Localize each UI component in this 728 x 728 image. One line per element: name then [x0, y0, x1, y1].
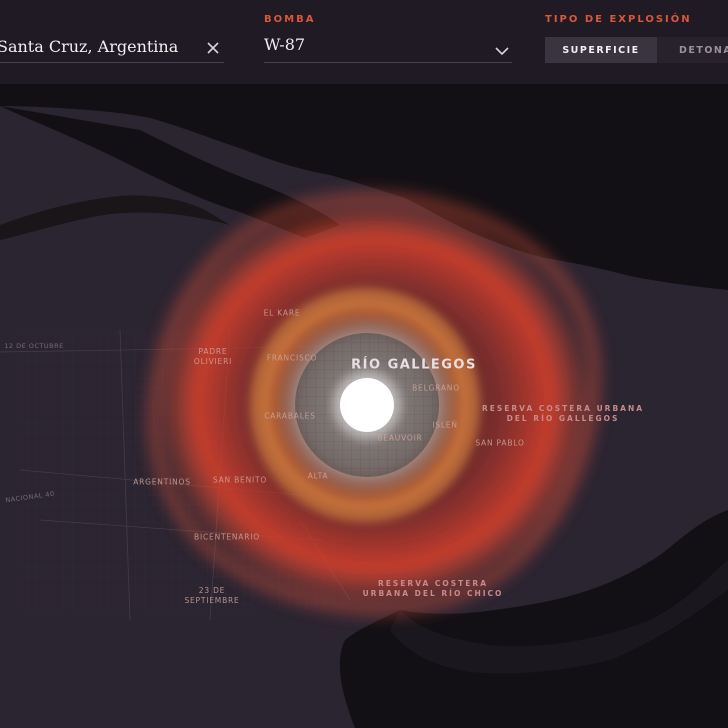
neighborhood-label: ISLEÑ [432, 420, 458, 430]
park-label-rio-chico: RESERVA COSTERA URBANA DEL RÍO CHICO [363, 579, 504, 599]
neighborhood-label: EL KARE [263, 308, 301, 318]
chevron-down-icon[interactable] [494, 43, 510, 59]
explosion-type-option-superficie[interactable]: SUPERFICIE [545, 37, 657, 63]
city-label: RÍO GALLEGOS [351, 357, 477, 373]
park-label-text: RESERVA COSTERA URBANA DEL RÍO GALLEGOS [481, 404, 645, 423]
fireball [333, 371, 401, 439]
neighborhood-label: ALTA [307, 471, 329, 481]
controls-bar: Santa Cruz, Argentina BOMBA W-87 TIPO DE… [0, 0, 728, 84]
bomb-underline [264, 62, 512, 63]
neighborhood-label: 23 DE SEPTIEMBRE [184, 586, 240, 605]
neighborhood-label: BEAUVOIR [377, 433, 423, 443]
neighborhood-label: ARGENTINOS [133, 477, 191, 487]
close-icon[interactable] [204, 39, 222, 57]
neighborhood-label: CARABALES [264, 411, 316, 421]
neighborhood-label: SAN PABLO [475, 438, 525, 448]
location-input[interactable]: Santa Cruz, Argentina [0, 37, 178, 56]
explosion-type-option-detonacion[interactable]: DETONAC [657, 37, 728, 63]
street-label: 12 DE OCTUBRE [4, 342, 64, 350]
location-underline [0, 62, 224, 63]
bomb-label: BOMBA [264, 14, 316, 25]
neighborhood-label: BICENTENARIO [194, 532, 260, 542]
bomb-select[interactable]: W-87 [264, 35, 305, 54]
park-label-rio-gallegos: RESERVA COSTERA URBANA DEL RÍO GALLEGOS [482, 404, 644, 424]
neighborhood-label: SAN BENITO [212, 475, 268, 485]
neighborhood-label: PADRE OLIVIERI [193, 347, 233, 366]
neighborhood-label: FRANCISCO [266, 353, 318, 363]
explosion-type-label: TIPO DE EXPLOSIÓN [545, 14, 692, 25]
park-label-text: RESERVA COSTERA URBANA DEL RÍO CHICO [362, 579, 504, 598]
neighborhood-label: BELGRANO [412, 383, 460, 393]
